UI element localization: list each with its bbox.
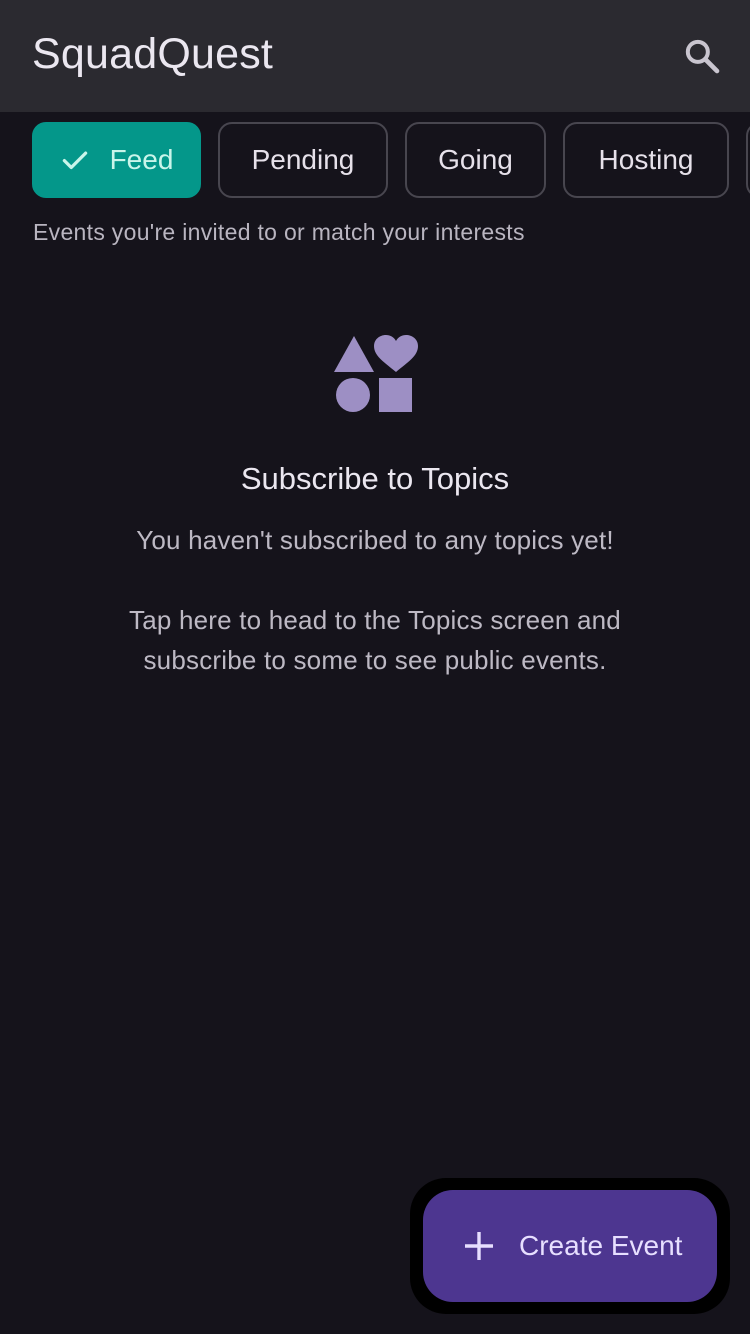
create-event-label: Create Event [519,1230,683,1261]
check-icon [60,145,90,175]
chip-label: Hosting [598,144,694,175]
create-event-button[interactable]: Create Event [423,1190,717,1302]
search-icon [685,39,720,74]
topics-shapes-icon [334,335,418,412]
app-title: SquadQuest [32,30,274,78]
search-button[interactable] [670,24,734,88]
topics-link-message[interactable]: Tap here to head to the Topics screen an… [75,600,675,680]
chip-pending[interactable]: Pending [218,122,388,198]
empty-state-message: You haven't subscribed to any topics yet… [136,525,614,555]
chip-going[interactable]: Going [405,122,546,198]
feed-description: Events you're invited to or match your i… [33,219,525,245]
chip-label: Feed [109,144,174,175]
app-bar: SquadQuest [0,0,750,112]
chip-label: Pending [251,144,355,175]
chip-label: Going [438,144,513,175]
plus-icon [463,1230,495,1262]
chip-hosting[interactable]: Hosting [563,122,729,198]
chip-overflow[interactable] [746,122,750,198]
empty-state-title: Subscribe to Topics [240,461,510,496]
filter-chip-row: Feed Pending Going Hosting [0,122,750,198]
chip-feed[interactable]: Feed [32,122,201,198]
